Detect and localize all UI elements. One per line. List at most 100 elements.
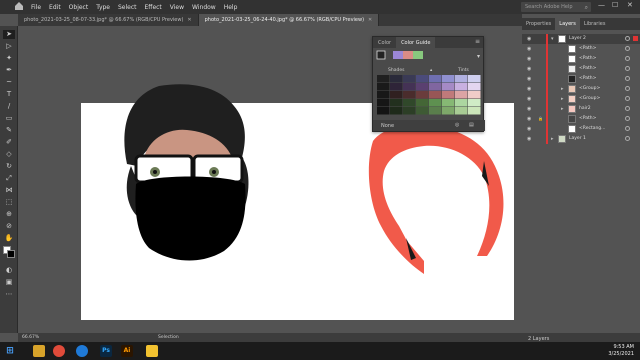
layer-name[interactable]: <Path> bbox=[579, 46, 596, 51]
tab-libraries[interactable]: Libraries bbox=[580, 18, 610, 30]
layer-name[interactable]: <Group> bbox=[579, 86, 600, 91]
visibility-eye-icon[interactable]: ◉ bbox=[527, 126, 531, 132]
color-variation-swatch[interactable] bbox=[377, 75, 390, 83]
expand-arrow-icon[interactable]: ▸ bbox=[561, 106, 564, 112]
menu-view[interactable]: View bbox=[170, 4, 184, 11]
expand-arrow-icon[interactable]: ▸ bbox=[561, 96, 564, 102]
layer-name[interactable]: <Path> bbox=[579, 56, 596, 61]
tab-properties[interactable]: Properties bbox=[522, 18, 555, 30]
color-variation-swatch[interactable] bbox=[455, 91, 468, 99]
stroke-swatch[interactable] bbox=[7, 250, 15, 258]
menu-window[interactable]: Window bbox=[192, 4, 216, 11]
color-variation-swatch[interactable] bbox=[377, 99, 390, 107]
layer-row[interactable]: ◉ <Path> bbox=[522, 64, 640, 74]
target-circle-icon[interactable] bbox=[625, 116, 630, 121]
color-variation-swatch[interactable] bbox=[468, 91, 481, 99]
harmony-swatches[interactable] bbox=[393, 51, 423, 59]
tab-color-guide[interactable]: Color Guide bbox=[396, 37, 436, 48]
base-color-swatch[interactable] bbox=[376, 50, 386, 60]
sticky-notes-icon[interactable] bbox=[146, 345, 158, 357]
color-variation-swatch[interactable] bbox=[429, 107, 442, 115]
layer-row[interactable]: ◉ 🔒 <Path> bbox=[522, 114, 640, 124]
selection-tool-icon[interactable]: ➤ bbox=[3, 30, 15, 39]
layer-row[interactable]: ◉ <Path> bbox=[522, 44, 640, 54]
layer-row[interactable]: ◉ ▾ Layer 2 bbox=[522, 34, 640, 44]
harmony-swatch[interactable] bbox=[413, 51, 423, 59]
maximize-icon[interactable]: ☐ bbox=[612, 1, 618, 9]
color-variation-swatch[interactable] bbox=[403, 91, 416, 99]
color-variation-swatch[interactable] bbox=[403, 99, 416, 107]
color-variation-swatch[interactable] bbox=[442, 91, 455, 99]
layer-name[interactable]: hair2 bbox=[579, 106, 591, 111]
menu-select[interactable]: Select bbox=[118, 4, 137, 11]
color-variation-swatch[interactable] bbox=[390, 107, 403, 115]
color-variation-swatch[interactable] bbox=[442, 107, 455, 115]
color-variation-swatch[interactable] bbox=[403, 83, 416, 91]
color-variation-swatch[interactable] bbox=[416, 91, 429, 99]
shape-builder-tool-icon[interactable]: ⊕ bbox=[3, 210, 15, 219]
hand-tool-icon[interactable]: ✋ bbox=[3, 234, 15, 243]
shaper-tool-icon[interactable]: ✐ bbox=[3, 138, 15, 147]
save-group-icon[interactable]: ▤ bbox=[469, 122, 474, 128]
chrome-icon[interactable] bbox=[53, 345, 65, 357]
expand-arrow-icon[interactable]: ▸ bbox=[551, 136, 554, 142]
visibility-eye-icon[interactable]: ◉ bbox=[527, 96, 531, 102]
minimize-icon[interactable]: — bbox=[598, 1, 605, 9]
edge-icon[interactable] bbox=[76, 345, 88, 357]
color-variation-swatch[interactable] bbox=[455, 83, 468, 91]
menu-type[interactable]: Type bbox=[96, 4, 110, 11]
color-variation-swatch[interactable] bbox=[429, 75, 442, 83]
color-variation-swatch[interactable] bbox=[390, 99, 403, 107]
layer-name[interactable]: <Group> bbox=[579, 96, 600, 101]
help-search-input[interactable]: Search Adobe Help ⌕ bbox=[521, 2, 591, 12]
visibility-eye-icon[interactable]: ◉ bbox=[527, 106, 531, 112]
visibility-eye-icon[interactable]: ◉ bbox=[527, 56, 531, 62]
color-variation-swatch[interactable] bbox=[403, 107, 416, 115]
target-circle-icon[interactable] bbox=[625, 136, 630, 141]
color-variation-swatch[interactable] bbox=[390, 83, 403, 91]
color-variations-grid[interactable] bbox=[377, 75, 481, 115]
layer-row[interactable]: ◉ <Path> bbox=[522, 54, 640, 64]
color-variation-swatch[interactable] bbox=[455, 75, 468, 83]
menu-object[interactable]: Object bbox=[69, 4, 89, 11]
zoom-level[interactable]: 66.67% bbox=[22, 335, 39, 340]
edit-colors-icon[interactable]: ◎ bbox=[455, 122, 459, 128]
menu-edit[interactable]: Edit bbox=[49, 4, 61, 11]
target-circle-icon[interactable] bbox=[625, 76, 630, 81]
pen-tool-icon[interactable]: ✒ bbox=[3, 66, 15, 75]
visibility-eye-icon[interactable]: ◉ bbox=[527, 46, 531, 52]
color-variation-swatch[interactable] bbox=[442, 99, 455, 107]
rotate-tool-icon[interactable]: ↻ bbox=[3, 162, 15, 171]
layer-row[interactable]: ◉ ▸ Layer 1 bbox=[522, 134, 640, 144]
target-circle-icon[interactable] bbox=[625, 86, 630, 91]
layer-name[interactable]: <Path> bbox=[579, 116, 596, 121]
color-variation-swatch[interactable] bbox=[429, 83, 442, 91]
layer-row[interactable]: ◉ ▸ hair2 bbox=[522, 104, 640, 114]
home-icon[interactable] bbox=[14, 1, 26, 13]
layer-name[interactable]: Layer 2 bbox=[569, 36, 586, 41]
layer-row[interactable]: ◉ <Rectang... bbox=[522, 124, 640, 134]
target-circle-icon[interactable] bbox=[625, 56, 630, 61]
file-explorer-icon[interactable] bbox=[33, 345, 45, 357]
color-variation-swatch[interactable] bbox=[468, 99, 481, 107]
close-icon[interactable]: ✕ bbox=[627, 1, 633, 9]
layer-name[interactable]: <Path> bbox=[579, 76, 596, 81]
paintbrush-tool-icon[interactable]: ✎ bbox=[3, 126, 15, 135]
target-circle-icon[interactable] bbox=[625, 66, 630, 71]
color-variation-swatch[interactable] bbox=[377, 91, 390, 99]
target-circle-icon[interactable] bbox=[625, 46, 630, 51]
visibility-eye-icon[interactable]: ◉ bbox=[527, 76, 531, 82]
magic-wand-tool-icon[interactable]: ✦ bbox=[3, 54, 15, 63]
direct-selection-tool-icon[interactable]: ▷ bbox=[3, 42, 15, 51]
curvature-tool-icon[interactable]: ~ bbox=[3, 78, 15, 87]
target-circle-icon[interactable] bbox=[625, 96, 630, 101]
color-variation-swatch[interactable] bbox=[429, 99, 442, 107]
line-tool-icon[interactable]: / bbox=[3, 102, 15, 111]
color-variation-swatch[interactable] bbox=[377, 107, 390, 115]
selection-indicator[interactable] bbox=[633, 36, 638, 41]
menu-help[interactable]: Help bbox=[224, 4, 238, 11]
scale-tool-icon[interactable]: ⤢ bbox=[3, 174, 15, 183]
visibility-eye-icon[interactable]: ◉ bbox=[527, 36, 531, 42]
harmony-swatch[interactable] bbox=[393, 51, 403, 59]
system-clock[interactable]: 9:53 AM 3/25/2021 bbox=[608, 344, 634, 358]
